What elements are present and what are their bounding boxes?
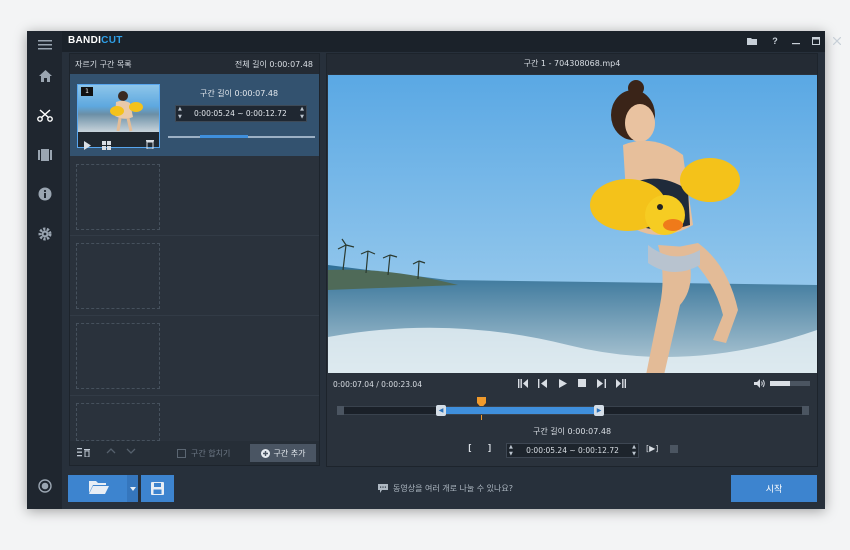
empty-segment-slot	[76, 243, 160, 309]
play-icon[interactable]	[83, 135, 91, 154]
segment-length-label: 구간 길이 0:00:07.48	[532, 427, 612, 436]
timeline-selection[interactable]	[441, 407, 597, 414]
segment-position-fill	[200, 135, 248, 138]
floppy-icon	[151, 482, 164, 495]
add-segment-label: 구간 추가	[273, 448, 306, 458]
add-segment-button[interactable]: 구간 추가	[250, 444, 316, 462]
next-frame-icon[interactable]	[597, 379, 606, 390]
video-frame-image	[328, 75, 817, 373]
empty-segment-slot	[76, 403, 160, 441]
film-icon[interactable]	[36, 146, 54, 164]
segment-list-header: 자르기 구간 목록 전체 길이 0:00:07.48	[70, 54, 319, 74]
app-window: BANDICUT ? 자르기 구간 목록 전체 길이 0:00:07.48 1 …	[27, 31, 841, 509]
record-icon[interactable]	[36, 477, 54, 495]
help-link[interactable]: 동영상을 여러 개로 나눌 수 있나요?	[378, 483, 513, 494]
frame-preview-toggle[interactable]	[670, 445, 678, 453]
start-button[interactable]: 시작	[731, 475, 817, 502]
merge-label: 구간 합치기	[191, 449, 231, 458]
selection-end-handle[interactable]: ▶	[594, 405, 604, 416]
play-button[interactable]	[559, 379, 567, 390]
empty-segment-slot	[76, 323, 160, 389]
next-segment-icon[interactable]	[616, 379, 626, 390]
segment-list-title: 자르기 구간 목록	[75, 60, 132, 69]
total-length-label: 전체 길이 0:00:07.48	[234, 60, 313, 69]
set-start-button[interactable]: [	[467, 444, 472, 454]
move-up-icon[interactable]	[106, 447, 116, 457]
player-controls: 0:00:07.04 / 0:00:23.04	[327, 373, 817, 395]
volume-slider[interactable]	[770, 381, 810, 386]
menu-icon[interactable]	[36, 36, 54, 54]
preview-panel: 구간 1 - 704308068.mp4 0:00:07.04 / 0:00:2…	[326, 53, 818, 467]
title-bar: BANDICUT ?	[62, 31, 841, 52]
cut-icon[interactable]	[36, 106, 54, 124]
range-stepper-right[interactable]: ▲ ▼	[300, 106, 304, 121]
timeline-end-cap	[337, 406, 344, 415]
timeline-end-cap	[802, 406, 809, 415]
help-icon[interactable]: ?	[768, 34, 782, 48]
range-time-value: 0:00:05.24 ~ 0:00:12.72	[526, 446, 619, 455]
prev-frame-icon[interactable]	[538, 379, 547, 390]
move-down-icon[interactable]	[126, 447, 136, 457]
plus-icon	[260, 448, 270, 458]
settings-icon[interactable]	[36, 225, 54, 243]
volume-icon[interactable]	[754, 379, 765, 390]
divider	[70, 395, 319, 396]
bottom-bar: 동영상을 여러 개로 나눌 수 있나요? 시작	[62, 467, 825, 509]
volume-level	[770, 381, 790, 386]
range-time-field[interactable]: ▲ ▼ 0:00:05.24 ~ 0:00:12.72 ▲ ▼	[506, 443, 639, 458]
thumbnail-toolbar	[78, 132, 159, 150]
stop-button[interactable]	[578, 379, 586, 389]
prev-segment-icon[interactable]	[518, 379, 528, 390]
segment-duration-label: 구간 길이 0:00:07.48	[200, 89, 279, 98]
info-icon[interactable]	[36, 185, 54, 203]
sidebar	[27, 31, 62, 509]
segment-list-footer: 구간 합치기 구간 추가	[70, 441, 319, 465]
set-end-button[interactable]: ]	[487, 444, 492, 454]
open-file-button[interactable]	[68, 475, 138, 502]
open-dropdown-icon[interactable]	[127, 475, 138, 502]
home-icon[interactable]	[36, 67, 54, 85]
folder-open-icon	[89, 479, 109, 498]
range-stepper-left[interactable]: ▲ ▼	[178, 106, 182, 121]
empty-segment-slot	[76, 164, 160, 230]
list-delete-icon[interactable]	[77, 448, 91, 459]
video-preview[interactable]	[328, 75, 817, 373]
segment-list-panel: 자르기 구간 목록 전체 길이 0:00:07.48 1 구간 길이 0:00:…	[69, 53, 320, 466]
timeline-track[interactable]: ◀ ▶	[337, 405, 809, 416]
app-logo: BANDICUT	[68, 35, 123, 46]
selection-start-handle[interactable]: ◀	[436, 405, 446, 416]
maximize-icon[interactable]	[809, 34, 823, 48]
divider	[70, 315, 319, 316]
save-project-button[interactable]	[141, 475, 174, 502]
close-icon[interactable]	[830, 34, 844, 48]
segment-item[interactable]: 1 구간 길이 0:00:07.48 ▲ ▼ 0:00:05.24 ~ 0:00:…	[70, 74, 319, 156]
range-stepper-left[interactable]: ▲ ▼	[509, 444, 513, 457]
segment-range-field[interactable]: ▲ ▼ 0:00:05.24 ~ 0:00:12.72 ▲ ▼	[175, 105, 307, 122]
divider	[70, 235, 319, 236]
trash-icon[interactable]	[146, 134, 154, 153]
help-text: 동영상을 여러 개로 나눌 수 있나요?	[393, 484, 513, 493]
preview-title: 구간 1 - 704308068.mp4	[327, 54, 817, 74]
folder-icon[interactable]	[745, 34, 759, 48]
segment-thumbnail[interactable]: 1	[77, 84, 160, 150]
grid-icon[interactable]	[102, 135, 111, 154]
range-stepper-right[interactable]: ▲ ▼	[632, 444, 636, 457]
segment-position-bar	[168, 135, 315, 138]
segment-range-value: 0:00:05.24 ~ 0:00:12.72	[194, 109, 287, 118]
play-range-button[interactable]: [▶]	[646, 444, 658, 453]
time-display: 0:00:07.04 / 0:00:23.04	[333, 380, 422, 389]
merge-checkbox[interactable]	[177, 449, 186, 458]
minimize-icon[interactable]	[789, 34, 803, 48]
segment-number: 1	[81, 87, 93, 96]
chat-icon	[378, 484, 388, 493]
